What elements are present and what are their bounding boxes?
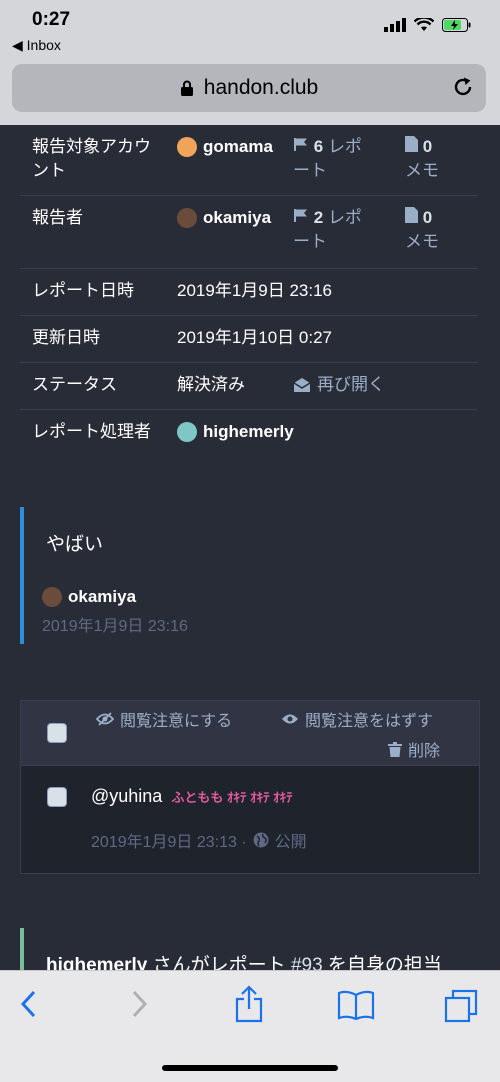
comment-timestamp: 2019年1月9日 23:16 xyxy=(42,618,188,635)
page-content: 報告対象アカウント gomama 6 レポート 0メモ 報告者 okamiya xyxy=(0,125,500,970)
tabs-icon[interactable] xyxy=(444,989,478,1023)
unmark-sensitive-button[interactable]: 閲覧注意をはずす xyxy=(281,707,433,731)
row-label: 報告対象アカウント xyxy=(32,137,151,180)
flag-icon xyxy=(294,138,307,151)
row-label: レポート日時 xyxy=(32,281,134,300)
reporter-account-link[interactable]: okamiya xyxy=(177,206,271,230)
target-account-link[interactable]: gomama xyxy=(177,135,273,159)
lock-icon xyxy=(180,80,193,96)
mention-link[interactable]: @yuhina xyxy=(91,786,162,806)
eye-icon xyxy=(282,714,298,724)
globe-icon xyxy=(253,832,269,848)
url-display: handon.club xyxy=(12,76,486,100)
status-value: 解決済み xyxy=(177,375,245,394)
assignee-account-link[interactable]: highemerly xyxy=(177,420,294,444)
address-bar[interactable]: handon.club xyxy=(12,64,486,112)
avatar xyxy=(42,587,62,607)
row-label: ステータス xyxy=(32,375,117,394)
reload-icon[interactable] xyxy=(452,76,474,98)
ios-status-bar: 0:27 ◀ Inbox xyxy=(0,0,500,60)
eye-slash-icon xyxy=(96,712,114,726)
report-id-link[interactable]: #93 xyxy=(291,955,323,970)
report-row-reporter: 報告者 okamiya 2 レポート 0 メモ xyxy=(20,196,478,269)
status-select-checkbox[interactable] xyxy=(47,787,67,807)
custom-emoji: ふともも ｵｷﾃ ｵｷﾃ ｵｷﾃ xyxy=(171,790,293,805)
trash-icon xyxy=(388,741,402,757)
status-timestamp-link[interactable]: 2019年1月9日 23:13 · xyxy=(91,828,247,852)
cellular-signal-icon xyxy=(384,18,406,32)
row-value: 2019年1月10日 0:27 xyxy=(177,328,332,347)
envelope-open-icon xyxy=(293,378,311,392)
document-icon xyxy=(405,207,418,223)
mark-sensitive-button[interactable]: 閲覧注意にする xyxy=(96,707,232,731)
document-icon xyxy=(405,136,418,152)
history-text: highemerly さんがレポート #93 を自身の担当 xyxy=(46,950,442,970)
visibility-label: 公開 xyxy=(274,834,307,851)
back-to-inbox-link[interactable]: ◀ Inbox xyxy=(12,37,61,54)
actor-link[interactable]: highemerly xyxy=(46,955,147,970)
clock: 0:27 xyxy=(32,9,71,30)
report-table: 報告対象アカウント gomama 6 レポート 0メモ 報告者 okamiya xyxy=(20,125,478,456)
report-row-updated: 更新日時 2019年1月10日 0:27 xyxy=(20,316,478,363)
forward-arrow-icon[interactable] xyxy=(128,989,150,1019)
back-arrow-icon[interactable] xyxy=(18,989,40,1019)
bookmarks-icon[interactable] xyxy=(337,989,375,1021)
avatar xyxy=(177,422,197,442)
avatar xyxy=(177,137,197,157)
notes-count-link[interactable]: 0 メモ xyxy=(405,206,455,254)
report-history-entry: highemerly さんがレポート #93 を自身の担当 xyxy=(20,928,482,970)
delete-button[interactable]: 削除 xyxy=(388,737,440,761)
row-label: レポート処理者 xyxy=(32,422,151,441)
row-value: 2019年1月9日 23:16 xyxy=(177,281,332,300)
wifi-icon xyxy=(414,18,434,31)
reports-count-link[interactable]: 6 レポート xyxy=(293,135,373,183)
home-indicator xyxy=(162,1065,338,1071)
row-label: 報告者 xyxy=(32,208,83,227)
share-icon[interactable] xyxy=(234,985,264,1023)
select-all-checkbox[interactable] xyxy=(47,723,67,743)
status-content: @yuhina ふともも ｵｷﾃ ｵｷﾃ ｵｷﾃ xyxy=(91,786,293,807)
report-row-created: レポート日時 2019年1月9日 23:16 xyxy=(20,269,478,316)
avatar xyxy=(177,208,197,228)
row-label: 更新日時 xyxy=(32,328,100,347)
batch-actions-header: 閲覧注意にする 閲覧注意をはずす 削除 xyxy=(21,701,479,766)
reports-count-link[interactable]: 2 レポート xyxy=(293,206,373,254)
comment-text: やばい xyxy=(46,534,104,555)
notes-count-link[interactable]: 0 メモ xyxy=(405,135,455,183)
status-meta: 2019年1月9日 23:13 · 公開 xyxy=(91,828,307,852)
reported-statuses-panel: 閲覧注意にする 閲覧注意をはずす 削除 @yuhina ふともも ｵｷﾃ ｵｷﾃ… xyxy=(20,700,480,874)
system-icons xyxy=(384,18,472,32)
browser-toolbar xyxy=(0,970,500,1082)
reopen-button[interactable]: 再び開く xyxy=(293,373,385,397)
browser-address-area: handon.club xyxy=(0,60,500,125)
report-row-status: ステータス 解決済み 再び開く xyxy=(20,363,478,410)
url-text: handon.club xyxy=(203,76,319,99)
report-comment: やばい okamiya 2019年1月9日 23:16 xyxy=(20,507,482,644)
report-row-target-account: 報告対象アカウント gomama 6 レポート 0 メモ xyxy=(20,125,478,196)
flag-icon xyxy=(294,209,307,222)
report-row-assignee: レポート処理者 highemerly xyxy=(20,410,478,456)
comment-author-link[interactable]: okamiya xyxy=(42,587,136,607)
battery-charging-icon xyxy=(442,18,471,32)
